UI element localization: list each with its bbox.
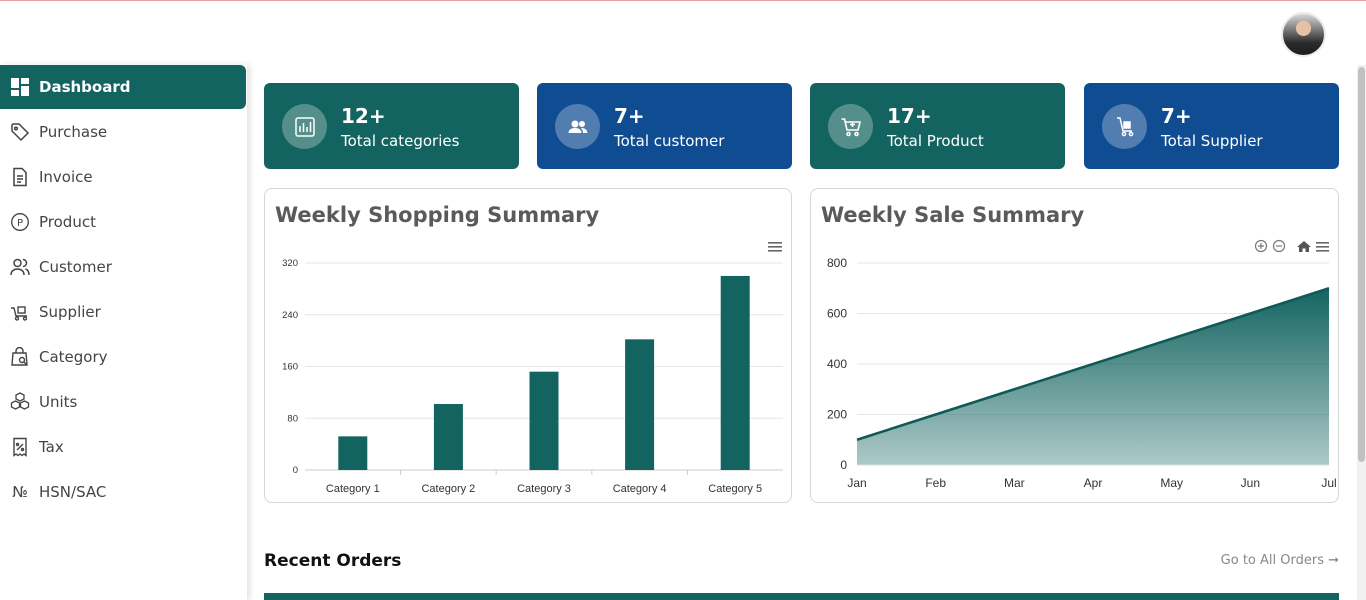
tax-icon [10, 437, 30, 457]
stat-card-products[interactable]: 17+ Total Product [810, 83, 1065, 169]
x-tick-label: Jan [847, 476, 866, 490]
chart-icon [282, 104, 327, 149]
user-avatar[interactable] [1281, 12, 1326, 57]
sidebar-item-label: Supplier [39, 303, 101, 321]
sidebar-item-label: Invoice [39, 168, 93, 186]
x-tick-label: Apr [1084, 476, 1103, 490]
stat-card-categories[interactable]: 12+ Total categories [264, 83, 519, 169]
stat-label: Total Product [887, 132, 984, 150]
y-tick-label: 160 [282, 362, 298, 373]
main-content: 12+ Total categories 7+ Total customer 1… [247, 65, 1357, 600]
y-tick-label: 200 [827, 408, 847, 422]
trolley-icon [1102, 104, 1147, 149]
stat-label: Total Supplier [1161, 132, 1263, 150]
x-tick-label: Jul [1321, 476, 1336, 490]
scrollbar[interactable] [1357, 65, 1366, 600]
zoom-out-icon[interactable] [1272, 239, 1286, 253]
svg-text:P: P [17, 218, 23, 229]
x-tick-label: Category 1 [326, 483, 380, 495]
stat-value: 12+ [341, 104, 386, 128]
y-tick-label: 320 [282, 258, 298, 269]
sidebar-item-customer[interactable]: Customer [0, 245, 246, 289]
sidebar-item-label: Units [39, 393, 78, 411]
x-tick-label: Category 2 [421, 483, 475, 495]
sidebar-item-supplier[interactable]: Supplier [0, 290, 246, 334]
orders-table-header [264, 593, 1339, 600]
zoom-in-icon[interactable] [1254, 239, 1268, 253]
sidebar-item-label: Tax [39, 438, 64, 456]
sidebar-item-tax[interactable]: Tax [0, 425, 246, 469]
x-tick-label: May [1160, 476, 1183, 490]
home-icon[interactable] [1297, 241, 1311, 252]
bar [529, 371, 559, 470]
recent-orders-title: Recent Orders [264, 551, 402, 571]
y-tick-label: 0 [840, 458, 847, 472]
y-tick-label: 80 [287, 413, 298, 424]
hsn-icon: № [12, 483, 28, 501]
stat-value: 7+ [614, 104, 645, 128]
y-tick-label: 800 [827, 256, 847, 270]
tag-icon [10, 122, 30, 142]
y-tick-label: 600 [827, 307, 847, 321]
sidebar-item-invoice[interactable]: Invoice [0, 155, 246, 199]
stat-value: 17+ [887, 104, 932, 128]
go-to-all-orders-link[interactable]: Go to All Orders ➞ [1221, 553, 1339, 568]
category-icon [10, 347, 30, 367]
bar [338, 436, 368, 470]
scrollbar-thumb[interactable] [1358, 67, 1365, 462]
stat-card-customers[interactable]: 7+ Total customer [537, 83, 792, 169]
bar [720, 275, 750, 470]
shopping-bar-chart: 0 80 160 240 320 Category 1 Category 2 Category… [282, 242, 783, 495]
sidebar-item-hsn-sac[interactable]: № HSN/SAC [0, 470, 246, 514]
x-tick-label: Mar [1004, 476, 1025, 490]
stat-value: 7+ [1161, 104, 1192, 128]
stat-label: Total customer [614, 132, 725, 150]
area-fill [857, 288, 1329, 465]
bar [433, 404, 463, 470]
sidebar-item-label: HSN/SAC [39, 483, 107, 501]
sidebar: Dashboard Purchase Invoice P Product Cus… [0, 65, 247, 600]
sidebar-item-label: Category [39, 348, 108, 366]
x-tick-label: Category 5 [708, 483, 762, 495]
chart-menu-icon[interactable] [1316, 242, 1329, 252]
invoice-icon [10, 167, 30, 187]
x-tick-label: Jun [1241, 476, 1260, 490]
sidebar-item-purchase[interactable]: Purchase [0, 110, 246, 154]
sidebar-item-label: Customer [39, 258, 112, 276]
units-icon [10, 392, 30, 412]
cart-icon [828, 104, 873, 149]
users-icon [555, 104, 600, 149]
x-tick-label: Category 3 [517, 483, 571, 495]
sidebar-item-label: Dashboard [39, 78, 131, 96]
dashboard-icon [10, 77, 30, 97]
bar [625, 339, 655, 470]
y-tick-label: 400 [827, 357, 847, 371]
product-icon: P [10, 212, 30, 232]
stat-label: Total categories [341, 132, 460, 150]
customer-icon [10, 257, 30, 277]
sale-summary-card: Weekly Sale Summary 0 200 400 600 800 Jan Feb M… [810, 188, 1339, 503]
sidebar-item-label: Purchase [39, 123, 108, 141]
shopping-summary-card: Weekly Shopping Summary 0 80 160 240 320 Cate… [264, 188, 792, 503]
x-tick-label: Category 4 [613, 483, 667, 495]
sidebar-item-units[interactable]: Units [0, 380, 246, 424]
supplier-icon [10, 302, 30, 322]
chart-menu-icon[interactable] [768, 242, 782, 252]
sidebar-item-dashboard[interactable]: Dashboard [0, 65, 246, 109]
sidebar-item-product[interactable]: P Product [0, 200, 246, 244]
stat-card-suppliers[interactable]: 7+ Total Supplier [1084, 83, 1339, 169]
sidebar-item-label: Product [39, 213, 96, 231]
sale-area-chart: 0 200 400 600 800 Jan Feb Mar Apr May Jun Jul [827, 239, 1337, 490]
y-tick-label: 0 [293, 465, 298, 476]
y-tick-label: 240 [282, 310, 298, 321]
sidebar-item-category[interactable]: Category [0, 335, 246, 379]
top-bar [0, 1, 1366, 65]
x-tick-label: Feb [925, 476, 946, 490]
